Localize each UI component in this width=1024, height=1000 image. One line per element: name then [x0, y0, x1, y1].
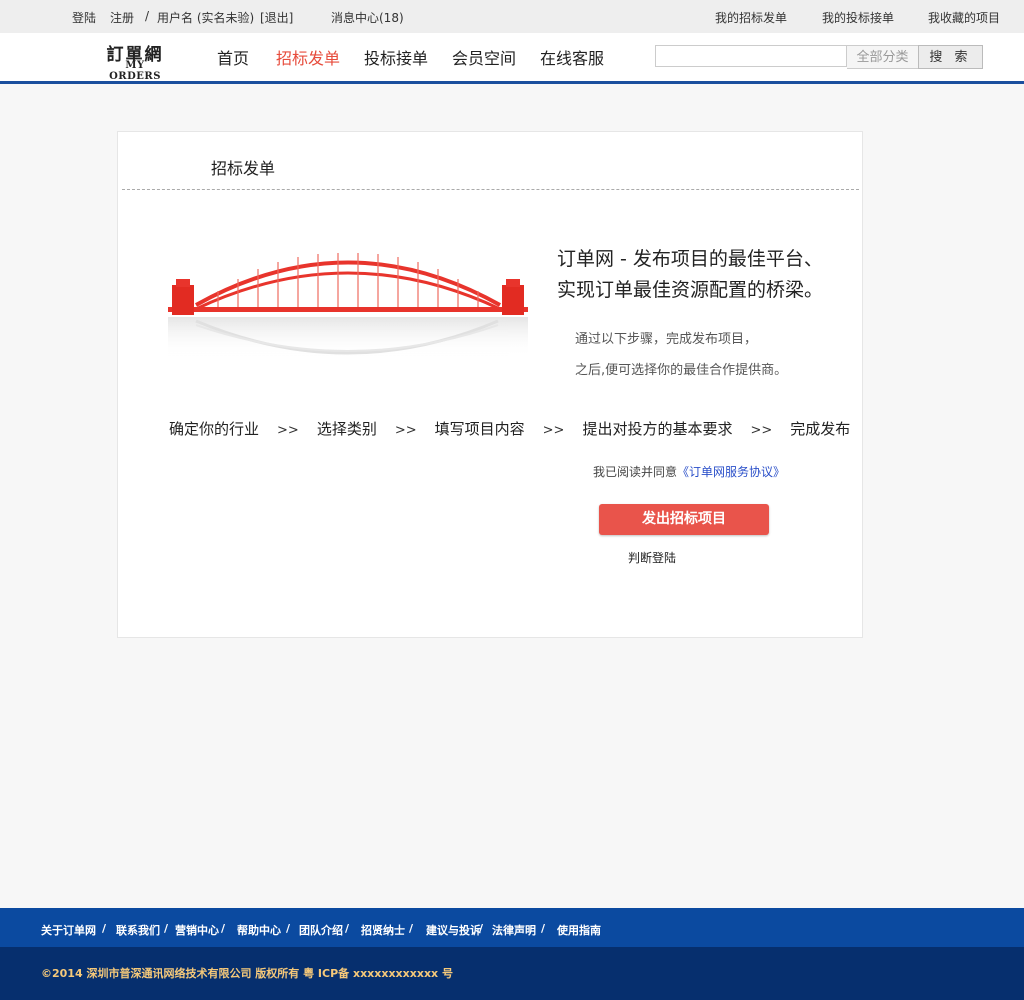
footer-link-contact[interactable]: 联系我们: [116, 922, 160, 938]
nav-post-bid[interactable]: 招标发单: [276, 45, 340, 69]
step-arrow: >>: [750, 423, 773, 438]
nav-member-space[interactable]: 会员空间: [452, 45, 516, 69]
agreement-text: 我已阅读并同意: [593, 465, 678, 479]
logout-link[interactable]: [退出]: [260, 9, 293, 26]
service-agreement-link[interactable]: 《订单网服务协议》: [677, 465, 785, 479]
intro-line-2: 之后,便可选择你的最佳合作提供商。: [575, 363, 788, 378]
footer-link-feedback[interactable]: 建议与投诉: [426, 922, 481, 938]
page-title: 招标发单: [211, 159, 276, 178]
step-category: 选择类别: [316, 420, 377, 438]
footer-nav: 关于订单网 / 联系我们 / 营销中心 / 帮助中心 / 团队介绍 / 招贤纳士…: [0, 908, 1024, 947]
register-link[interactable]: 注册: [110, 9, 134, 26]
publish-bid-button[interactable]: 发出招标项目: [599, 504, 769, 535]
step-requirements: 提出对投方的基本要求: [582, 420, 733, 438]
footer-separator: /: [345, 922, 350, 935]
my-bids-posted-link[interactable]: 我的招标发单: [715, 9, 787, 26]
footer-link-legal[interactable]: 法律声明: [492, 922, 536, 938]
nav-home[interactable]: 首页: [217, 45, 249, 69]
logo-english: MY ORDERS: [109, 60, 161, 82]
post-bid-panel: 招标发单 订单网 - 发布项目的最佳平台、 实现订单最佳资源配置的桥梁。 通过以…: [117, 131, 863, 638]
copyright-text: ©2014 深圳市普深通讯网络技术有限公司 版权所有 粤 ICP备 xxxxxx…: [41, 967, 453, 980]
footer-separator: /: [286, 922, 291, 935]
username-label: 用户名 (实名未验): [157, 11, 255, 25]
steps-flow: 确定你的行业 >> 选择类别 >> 填写项目内容 >> 提出对投方的基本要求 >> 完成发布: [169, 418, 868, 439]
bridge-illustration: [168, 253, 528, 357]
step-industry: 确定你的行业: [169, 420, 260, 438]
step-arrow: >>: [542, 423, 565, 438]
step-content: 填写项目内容: [434, 420, 525, 438]
login-check-text: 判断登陆: [628, 551, 677, 565]
slogan-line-1: 订单网 - 发布项目的最佳平台、: [557, 248, 823, 270]
intro-line-1: 通过以下步骤，完成发布项目，: [575, 332, 758, 347]
footer-separator: /: [221, 922, 226, 935]
my-favorites-link[interactable]: 我收藏的项目: [928, 9, 1000, 26]
nav-take-bid[interactable]: 投标接单: [364, 45, 428, 69]
step-complete: 完成发布: [790, 420, 851, 438]
footer-link-team[interactable]: 团队介绍: [299, 922, 343, 938]
top-bar: 登陆 注册 / 用户名 (实名未验) [退出] 消息中心(18) 我的招标发单 …: [0, 0, 1024, 33]
footer-link-guide[interactable]: 使用指南: [557, 922, 601, 938]
step-arrow: >>: [394, 423, 417, 438]
footer-copyright-bar: ©2014 深圳市普深通讯网络技术有限公司 版权所有 粤 ICP备 xxxxxx…: [0, 947, 1024, 1000]
search-category-select[interactable]: 全部分类: [847, 45, 919, 69]
search-button[interactable]: 搜 索: [918, 45, 983, 69]
title-divider: [122, 189, 859, 190]
footer-separator: /: [541, 922, 546, 935]
footer-link-marketing[interactable]: 营销中心: [175, 922, 219, 938]
footer-separator: /: [409, 922, 414, 935]
step-arrow: >>: [277, 423, 299, 438]
footer-link-help[interactable]: 帮助中心: [237, 922, 281, 938]
main-header: 訂單網 MY ORDERS 首页 招标发单 投标接单 会员空间 在线客服 全部分…: [0, 33, 1024, 84]
nav-online-service[interactable]: 在线客服: [540, 45, 604, 69]
footer-separator: /: [102, 922, 107, 935]
message-center-link[interactable]: 消息中心(18): [331, 9, 404, 26]
agreement-notice: 我已阅读并同意《订单网服务协议》: [593, 463, 785, 480]
footer-separator: /: [164, 922, 169, 935]
search-input[interactable]: [655, 45, 847, 67]
footer-link-jobs[interactable]: 招贤纳士: [361, 922, 405, 938]
login-link[interactable]: 登陆: [72, 9, 96, 26]
footer-separator: /: [479, 922, 484, 935]
slogan-line-2: 实现订单最佳资源配置的桥梁。: [557, 279, 824, 301]
site-logo[interactable]: 訂單網 MY ORDERS: [98, 40, 172, 82]
my-bids-taken-link[interactable]: 我的投标接单: [822, 9, 894, 26]
footer-link-about[interactable]: 关于订单网: [41, 922, 96, 938]
topbar-separator: /: [145, 9, 150, 23]
